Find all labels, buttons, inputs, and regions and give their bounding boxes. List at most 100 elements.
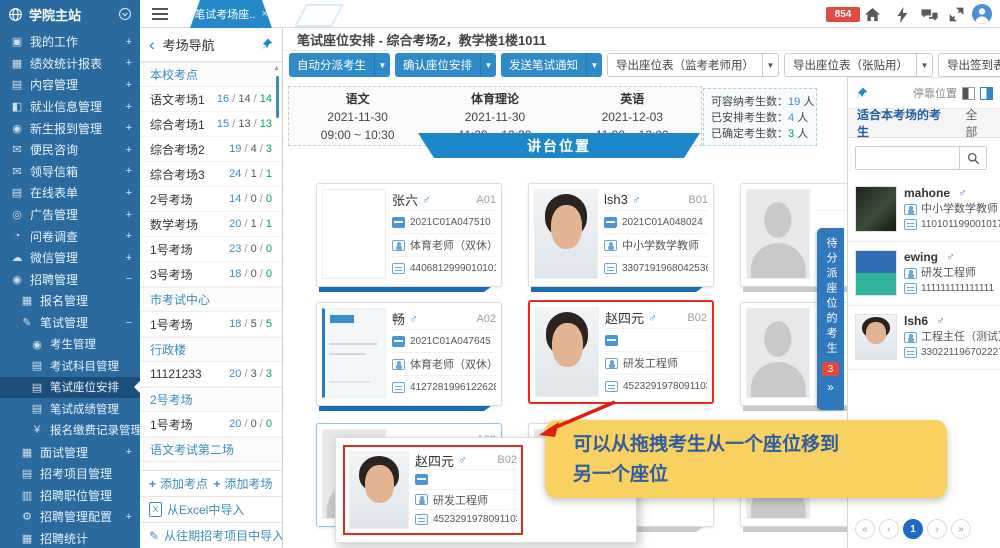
form-icon: ▤ bbox=[10, 186, 24, 199]
dragged-seat-card-b02[interactable]: 赵四元♂B02 研发工程师 452329197809110316 bbox=[343, 445, 523, 535]
nav-room-item[interactable]: 1号考场1855 bbox=[140, 312, 282, 337]
seat-card-a01[interactable]: 张六♂A01 2021C01A047510 体育老师（双休） 440681299… bbox=[316, 183, 502, 287]
sidebar-item-survey[interactable]: ◔问卷调查+ bbox=[0, 225, 140, 247]
add-room-button[interactable]: +添加考场 bbox=[214, 475, 274, 492]
caret-down-icon[interactable]: ▼ bbox=[374, 53, 390, 77]
site-logo[interactable]: 学院主站 bbox=[0, 0, 140, 28]
tab-close-icon[interactable]: × bbox=[261, 8, 267, 20]
nav-room-item-current[interactable]: 综合考场21943 bbox=[140, 137, 282, 162]
nav-room-item[interactable]: 1号考场2000 bbox=[140, 412, 282, 437]
sidebar-item-performance-reports[interactable]: ▦绩效统计报表+ bbox=[0, 53, 140, 75]
sidebar-item-leader-mailbox[interactable]: ✉领导信箱+ bbox=[0, 161, 140, 183]
seat-card-b02-highlighted[interactable]: 赵四元♂B02 研发工程师 452329197809110316 bbox=[528, 300, 714, 404]
sidebar-item-employment-info[interactable]: ◧就业信息管理+ bbox=[0, 96, 140, 118]
export-invigilator-button[interactable]: 导出座位表（监考老师用）▼ bbox=[607, 53, 779, 77]
sidebar-item-recruit-stats[interactable]: ▦招聘统计 bbox=[0, 528, 140, 548]
candidate-item-ewing[interactable]: ewing♂ 研发工程师 111111111111111 bbox=[848, 242, 1000, 306]
mailbox-icon: ✉ bbox=[10, 165, 24, 178]
sidebar-item-payment-records[interactable]: ¥报名缴费记录管理 bbox=[0, 420, 140, 442]
table-icon: ▦ bbox=[20, 294, 34, 307]
candidate-item-lsh6[interactable]: lsh6♂ 工程主任（测试） 33022119670222791X bbox=[848, 306, 1000, 370]
candidate-photo bbox=[855, 314, 897, 360]
sidebar-toggle-icon[interactable] bbox=[152, 8, 168, 20]
home-icon[interactable] bbox=[864, 6, 881, 23]
nav-room-item[interactable]: 综合考场1151313 bbox=[140, 112, 282, 137]
pending-candidates-tab[interactable]: 待分派座位的考生 3 » bbox=[817, 228, 844, 410]
sidebar-item-written-exam-mgmt[interactable]: ✎笔试管理− bbox=[0, 312, 140, 334]
pin-icon[interactable] bbox=[260, 38, 273, 51]
search-button[interactable] bbox=[959, 146, 987, 170]
drag-hint-tooltip: 可以从拖拽考生从一个座位移到 另一个座位 bbox=[545, 420, 947, 498]
chevron-circle-down-icon[interactable] bbox=[118, 7, 132, 21]
sidebar-item-seat-arrangement[interactable]: ▤笔试座位安排 bbox=[0, 377, 140, 399]
tab-suitable-candidates[interactable]: 适合本考场的考生 bbox=[848, 106, 952, 140]
user-avatar-icon[interactable] bbox=[972, 4, 992, 24]
sidebar-item-recruit-project-mgmt[interactable]: ▤招考项目管理 bbox=[0, 463, 140, 485]
envelope-icon: ✉ bbox=[10, 143, 24, 156]
nav-room-item[interactable]: 数学考场2011 bbox=[140, 212, 282, 237]
caret-down-icon[interactable]: ▼ bbox=[916, 53, 933, 77]
ticket-icon bbox=[392, 336, 405, 347]
export-signin-button[interactable]: 导出签到表▼ bbox=[938, 53, 1000, 77]
sidebar-item-public-consult[interactable]: ✉便民咨询+ bbox=[0, 139, 140, 161]
sidebar-item-exam-subject-mgmt[interactable]: ▤考试科目管理 bbox=[0, 355, 140, 377]
seat-card-b01[interactable]: lsh3♂B01 2021C01A048024 中小学数学教师 33071919… bbox=[528, 183, 714, 287]
sidebar-item-candidate-mgmt[interactable]: ◉考生管理 bbox=[0, 333, 140, 355]
sidebar-item-my-work[interactable]: ▣我的工作+ bbox=[0, 31, 140, 53]
prev-page-button[interactable]: ‹ bbox=[879, 519, 899, 539]
caret-down-icon[interactable]: ▼ bbox=[480, 53, 496, 77]
sidebar-item-content-mgmt[interactable]: ▤内容管理+ bbox=[0, 74, 140, 96]
nav-room-item[interactable]: 111212332033 bbox=[140, 362, 282, 387]
sidebar-item-exam-score-mgmt[interactable]: ▤笔试成绩管理 bbox=[0, 398, 140, 420]
arranged-row: 已安排考生数：4 人 bbox=[711, 110, 809, 126]
nav-room-item[interactable]: 1号考场2300 bbox=[140, 237, 282, 262]
dock-right-icon[interactable] bbox=[980, 87, 993, 100]
cloud-icon: ☁ bbox=[10, 251, 24, 264]
caret-down-icon[interactable]: ▼ bbox=[762, 53, 779, 77]
send-notice-button[interactable]: 发送笔试通知▼ bbox=[501, 53, 602, 77]
candidate-item-mahone[interactable]: mahone♂ 中小学数学教师 110101199001017030 bbox=[848, 178, 1000, 242]
briefcase-icon: ◧ bbox=[10, 100, 24, 113]
auto-assign-button[interactable]: 自动分派考生▼ bbox=[289, 53, 390, 77]
dock-left-icon[interactable] bbox=[962, 87, 975, 100]
sidebar-item-interview-mgmt[interactable]: ▦面试管理+ bbox=[0, 441, 140, 463]
notification-badge[interactable]: 854 bbox=[826, 7, 860, 22]
export-post-button[interactable]: 导出座位表（张贴用）▼ bbox=[784, 53, 933, 77]
import-from-previous-button[interactable]: ✎ 从往期招考项目中导入 bbox=[140, 522, 282, 548]
seat-card-a02[interactable]: 畅♂A02 2021C01A047645 体育老师（双休） 4127281996… bbox=[316, 302, 502, 406]
expand-icon[interactable] bbox=[948, 6, 965, 23]
nav-scrollbar-thumb[interactable] bbox=[276, 76, 279, 118]
tab-written-exam-room[interactable]: 笔试考场座.. × bbox=[190, 0, 272, 28]
pin-icon[interactable] bbox=[855, 87, 868, 100]
sidebar-item-freshman-registration[interactable]: ◉新生报到管理+ bbox=[0, 117, 140, 139]
nav-room-item[interactable]: 综合考场32411 bbox=[140, 162, 282, 187]
sidebar-item-wechat-mgmt[interactable]: ☁微信管理+ bbox=[0, 247, 140, 269]
ticket-icon bbox=[604, 217, 617, 228]
add-site-button[interactable]: +添加考点 bbox=[149, 475, 209, 492]
bolt-icon[interactable] bbox=[894, 6, 911, 23]
job-icon bbox=[904, 204, 917, 215]
sidebar-item-online-forms[interactable]: ▤在线表单+ bbox=[0, 182, 140, 204]
nav-room-item[interactable]: 3号考场1800 bbox=[140, 262, 282, 287]
confirm-seats-button[interactable]: 确认座位安排▼ bbox=[395, 53, 496, 77]
last-page-button[interactable]: » bbox=[951, 519, 971, 539]
sidebar-item-recruit-config[interactable]: ⚙招聘管理配置+ bbox=[0, 506, 140, 528]
sidebar-item-recruit-position-mgmt[interactable]: ▥招聘职位管理 bbox=[0, 484, 140, 506]
nav-room-item[interactable]: 2号考场1400 bbox=[140, 187, 282, 212]
sidebar-item-ads-mgmt[interactable]: ◎广告管理+ bbox=[0, 204, 140, 226]
caret-down-icon[interactable]: ▼ bbox=[586, 53, 602, 77]
collapse-left-icon[interactable]: ‹ bbox=[149, 36, 155, 53]
male-icon: ♂ bbox=[958, 186, 967, 202]
tab-all-candidates[interactable]: 全部 bbox=[952, 106, 1000, 140]
sidebar-item-signup-mgmt[interactable]: ▦报名管理 bbox=[0, 290, 140, 312]
sidebar-item-recruitment-mgmt[interactable]: ◉招聘管理− bbox=[0, 269, 140, 291]
nav-room-item[interactable]: 语文考场1161414 bbox=[140, 87, 282, 112]
job-icon bbox=[392, 359, 405, 370]
candidate-search-input[interactable] bbox=[855, 146, 959, 170]
next-page-button[interactable]: › bbox=[927, 519, 947, 539]
comments-icon[interactable] bbox=[921, 6, 938, 23]
page-1-button[interactable]: 1 bbox=[903, 519, 923, 539]
scroll-up-icon[interactable]: ▲ bbox=[273, 65, 280, 72]
import-from-excel-button[interactable]: X 从Excel中导入 bbox=[140, 496, 282, 522]
first-page-button[interactable]: « bbox=[855, 519, 875, 539]
